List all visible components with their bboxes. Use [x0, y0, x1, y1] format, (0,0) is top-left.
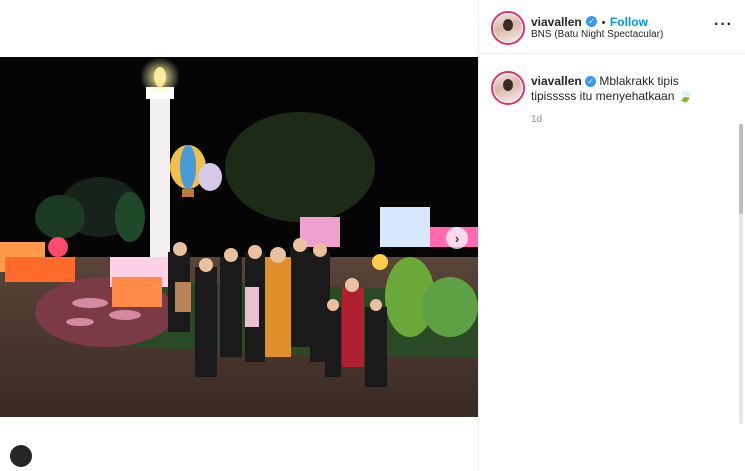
caption: viavallen ✓ Mblakrakk tipis tipisssss it… — [531, 74, 721, 104]
comments-scrollbar[interactable] — [739, 124, 743, 424]
verified-badge-icon: ✓ — [585, 76, 597, 88]
caption-username[interactable]: viavallen — [531, 74, 582, 88]
follow-button[interactable]: Follow — [610, 15, 648, 29]
verified-badge-icon: ✓ — [586, 16, 598, 28]
chevron-right-icon[interactable]: › — [446, 227, 468, 249]
night-festival-photo — [0, 57, 478, 417]
scrollbar-thumb[interactable] — [739, 124, 743, 214]
post-header: viavallen ✓ • Follow BNS (Batu Night Spe… — [479, 0, 745, 54]
more-options-icon[interactable]: ··· — [714, 16, 733, 34]
separator-dot: • — [601, 17, 606, 29]
post-location[interactable]: BNS (Batu Night Spectacular) — [531, 29, 663, 40]
post-photo[interactable]: › — [0, 57, 478, 417]
user-avatar-icon[interactable] — [10, 445, 32, 467]
caption-avatar[interactable] — [491, 71, 525, 105]
post-time[interactable]: 1d — [531, 114, 542, 125]
author-avatar[interactable] — [491, 11, 525, 45]
leaf-emoji-icon: 🍃 — [677, 89, 693, 103]
comments-area: viavallen ✓ Mblakrakk tipis tipisssss it… — [479, 54, 745, 471]
post-details-panel: viavallen ✓ • Follow BNS (Batu Night Spe… — [479, 0, 745, 471]
author-username[interactable]: viavallen — [531, 15, 582, 29]
post-media-panel: › — [0, 0, 478, 471]
